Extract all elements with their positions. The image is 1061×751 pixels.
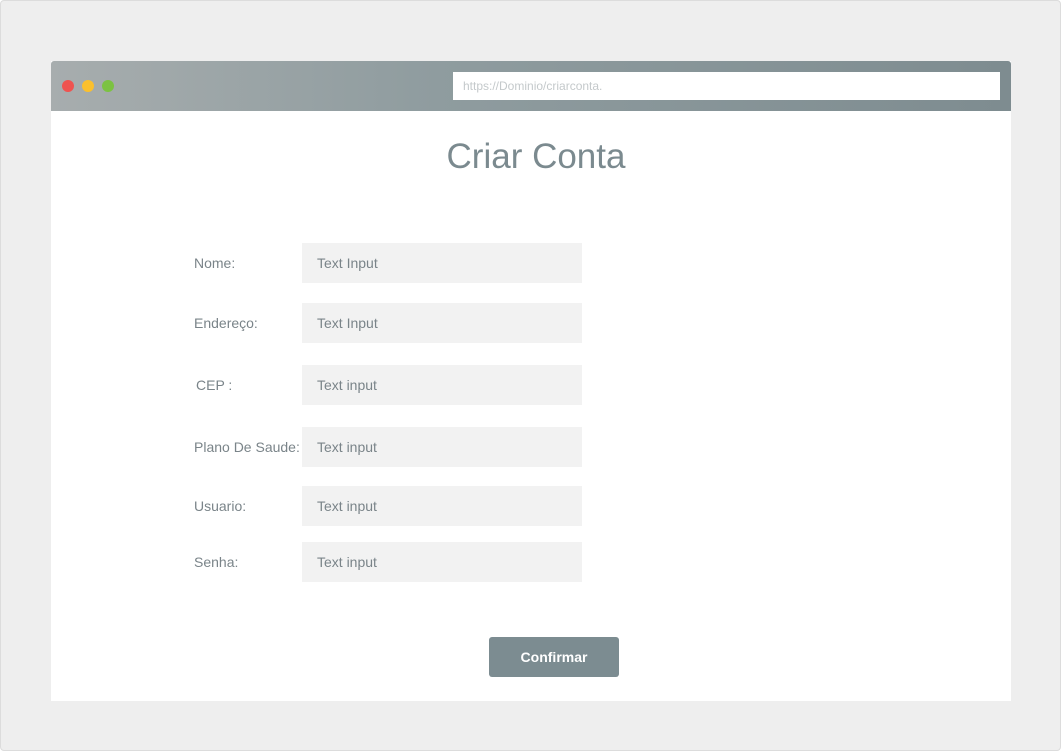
name-label: Nome: — [194, 255, 236, 271]
url-bar-input[interactable] — [453, 72, 1000, 100]
username-input[interactable] — [302, 486, 582, 526]
minimize-window-icon[interactable] — [82, 80, 94, 92]
address-label: Endereço: — [194, 315, 258, 331]
cep-label: CEP : — [196, 377, 233, 393]
browser-window: Criar Conta Nome: Endereço: CEP : Plano … — [51, 61, 1011, 701]
name-input[interactable] — [302, 243, 582, 283]
maximize-window-icon[interactable] — [102, 80, 114, 92]
username-label: Usuario: — [194, 498, 247, 514]
health-plan-input[interactable] — [302, 427, 582, 467]
browser-titlebar — [51, 61, 1011, 111]
health-plan-label: Plano De Saude: — [194, 439, 300, 455]
address-input[interactable] — [302, 303, 582, 343]
confirm-button[interactable]: Confirmar — [489, 637, 619, 677]
page-title: Criar Conta — [446, 137, 626, 176]
cep-input[interactable] — [302, 365, 582, 405]
password-label: Senha: — [194, 554, 239, 570]
close-window-icon[interactable] — [62, 80, 74, 92]
password-input[interactable] — [302, 542, 582, 582]
